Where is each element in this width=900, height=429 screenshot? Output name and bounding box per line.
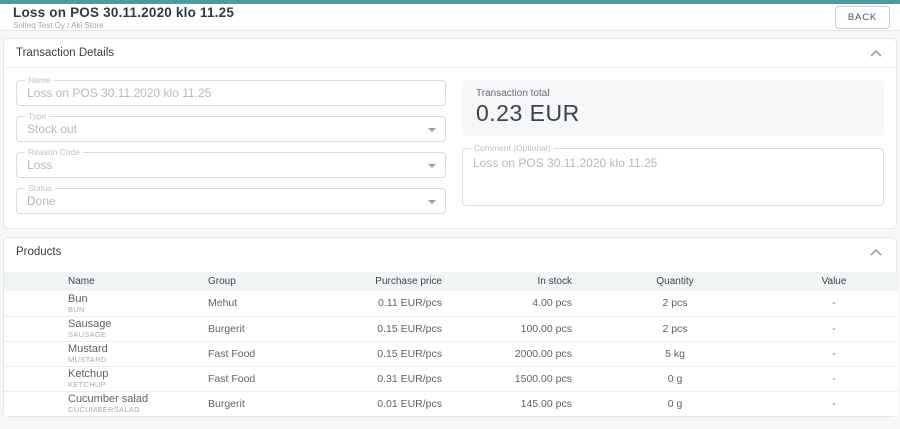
purchase-price-cell: 0.15 EUR/pcs [358, 341, 450, 366]
product-code: BUN [68, 305, 192, 314]
page-title: Loss on POS 30.11.2020 klo 11.25 [13, 5, 234, 20]
value-cell: - [770, 366, 898, 391]
reason-code-select[interactable]: Reason Code Loss [16, 152, 446, 178]
transaction-total-value: 0.23 EUR [476, 100, 870, 127]
table-header-row: Name Group Purchase price In stock Quant… [4, 272, 898, 291]
type-select[interactable]: Type Stock out [16, 116, 446, 142]
transaction-details-panel: Transaction Details Name Loss on POS 30.… [3, 38, 897, 229]
transaction-details-section-header[interactable]: Transaction Details [4, 39, 896, 68]
column-header-name: Name [60, 272, 200, 291]
dropdown-arrow-icon [428, 164, 436, 168]
product-code: KETCHUP [68, 380, 192, 389]
quantity-cell: 2 pcs [580, 316, 770, 341]
reason-code-select-label: Reason Code [25, 148, 83, 157]
form-column-right: Transaction total 0.23 EUR Comment (Opti… [462, 80, 884, 214]
dropdown-arrow-icon [428, 200, 436, 204]
quantity-cell: 0 g [580, 391, 770, 416]
table-row[interactable]: Mustard MUSTARD Fast Food 0.15 EUR/pcs 2… [4, 341, 898, 366]
product-code: MUSTARD [68, 355, 192, 364]
product-name: Cucumber salad [68, 393, 192, 405]
table-row[interactable]: Bun BUN Mehut 0.11 EUR/pcs 4.00 pcs 2 pc… [4, 291, 898, 316]
header-text-block: Loss on POS 30.11.2020 klo 11.25 Solteq … [13, 5, 234, 30]
product-name-cell: Bun BUN [60, 291, 200, 316]
back-button[interactable]: BACK [835, 6, 890, 29]
type-select-label: Type [25, 112, 49, 121]
quantity-cell: 2 pcs [580, 291, 770, 316]
name-field-value: Loss on POS 30.11.2020 klo 11.25 [17, 81, 445, 105]
form-column-left: Name Loss on POS 30.11.2020 klo 11.25 Ty… [16, 80, 446, 214]
status-select-value: Done [17, 189, 445, 213]
name-field-label: Name [25, 76, 54, 85]
product-name: Ketchup [68, 368, 192, 380]
transaction-details-body: Name Loss on POS 30.11.2020 klo 11.25 Ty… [4, 68, 896, 228]
chevron-up-icon[interactable] [870, 249, 882, 256]
product-group-cell: Burgerit [200, 391, 358, 416]
column-header-value: Value [770, 272, 898, 291]
transaction-details-title: Transaction Details [16, 47, 114, 59]
quantity-cell: 0 g [580, 366, 770, 391]
column-spacer [4, 291, 60, 316]
in-stock-cell: 145.00 pcs [450, 391, 580, 416]
products-table: Name Group Purchase price In stock Quant… [4, 272, 898, 416]
product-name: Mustard [68, 343, 192, 355]
purchase-price-cell: 0.11 EUR/pcs [358, 291, 450, 316]
comment-field-label: Comment (Optional) [471, 144, 554, 153]
product-group-cell: Mehut [200, 291, 358, 316]
page-header: Loss on POS 30.11.2020 klo 11.25 Solteq … [0, 0, 900, 31]
column-spacer [4, 272, 60, 291]
column-spacer [4, 366, 60, 391]
column-header-group: Group [200, 272, 358, 291]
products-table-body: Bun BUN Mehut 0.11 EUR/pcs 4.00 pcs 2 pc… [4, 291, 898, 416]
purchase-price-cell: 0.31 EUR/pcs [358, 366, 450, 391]
status-select[interactable]: Status Done [16, 188, 446, 214]
product-group-cell: Fast Food [200, 341, 358, 366]
value-cell: - [770, 316, 898, 341]
comment-field[interactable]: Comment (Optional) Loss on POS 30.11.202… [462, 148, 884, 206]
purchase-price-cell: 0.01 EUR/pcs [358, 391, 450, 416]
column-spacer [4, 391, 60, 416]
value-cell: - [770, 341, 898, 366]
in-stock-cell: 2000.00 pcs [450, 341, 580, 366]
product-name-cell: Sausage SAUSAGE [60, 316, 200, 341]
column-header-in-stock: In stock [450, 272, 580, 291]
products-title: Products [16, 246, 61, 258]
column-spacer [4, 341, 60, 366]
product-name: Bun [68, 293, 192, 305]
transaction-total-label: Transaction total [476, 88, 870, 99]
column-header-purchase-price: Purchase price [358, 272, 450, 291]
products-panel: Products Name Group Purchase price In st… [3, 237, 897, 417]
table-row[interactable]: Cucumber salad CUCUMBERSALAD Burgerit 0.… [4, 391, 898, 416]
in-stock-cell: 100.00 pcs [450, 316, 580, 341]
name-field[interactable]: Name Loss on POS 30.11.2020 klo 11.25 [16, 80, 446, 106]
table-row[interactable]: Ketchup KETCHUP Fast Food 0.31 EUR/pcs 1… [4, 366, 898, 391]
in-stock-cell: 1500.00 pcs [450, 366, 580, 391]
product-name-cell: Ketchup KETCHUP [60, 366, 200, 391]
product-group-cell: Fast Food [200, 366, 358, 391]
page: Loss on POS 30.11.2020 klo 11.25 Solteq … [0, 0, 900, 417]
product-code: CUCUMBERSALAD [68, 405, 192, 414]
breadcrumb: Solteq Test Oy / Aki Store [13, 21, 234, 30]
column-spacer [4, 316, 60, 341]
purchase-price-cell: 0.15 EUR/pcs [358, 316, 450, 341]
value-cell: - [770, 391, 898, 416]
table-row[interactable]: Sausage SAUSAGE Burgerit 0.15 EUR/pcs 10… [4, 316, 898, 341]
type-select-value: Stock out [17, 117, 445, 141]
product-name: Sausage [68, 318, 192, 330]
chevron-up-icon[interactable] [870, 50, 882, 57]
products-section-header[interactable]: Products [4, 238, 896, 266]
quantity-cell: 5 kg [580, 341, 770, 366]
status-select-label: Status [25, 184, 55, 193]
dropdown-arrow-icon [428, 128, 436, 132]
product-group-cell: Burgerit [200, 316, 358, 341]
in-stock-cell: 4.00 pcs [450, 291, 580, 316]
value-cell: - [770, 291, 898, 316]
transaction-total-box: Transaction total 0.23 EUR [462, 80, 884, 136]
column-header-quantity: Quantity [580, 272, 770, 291]
product-name-cell: Cucumber salad CUCUMBERSALAD [60, 391, 200, 416]
product-name-cell: Mustard MUSTARD [60, 341, 200, 366]
product-code: SAUSAGE [68, 330, 192, 339]
